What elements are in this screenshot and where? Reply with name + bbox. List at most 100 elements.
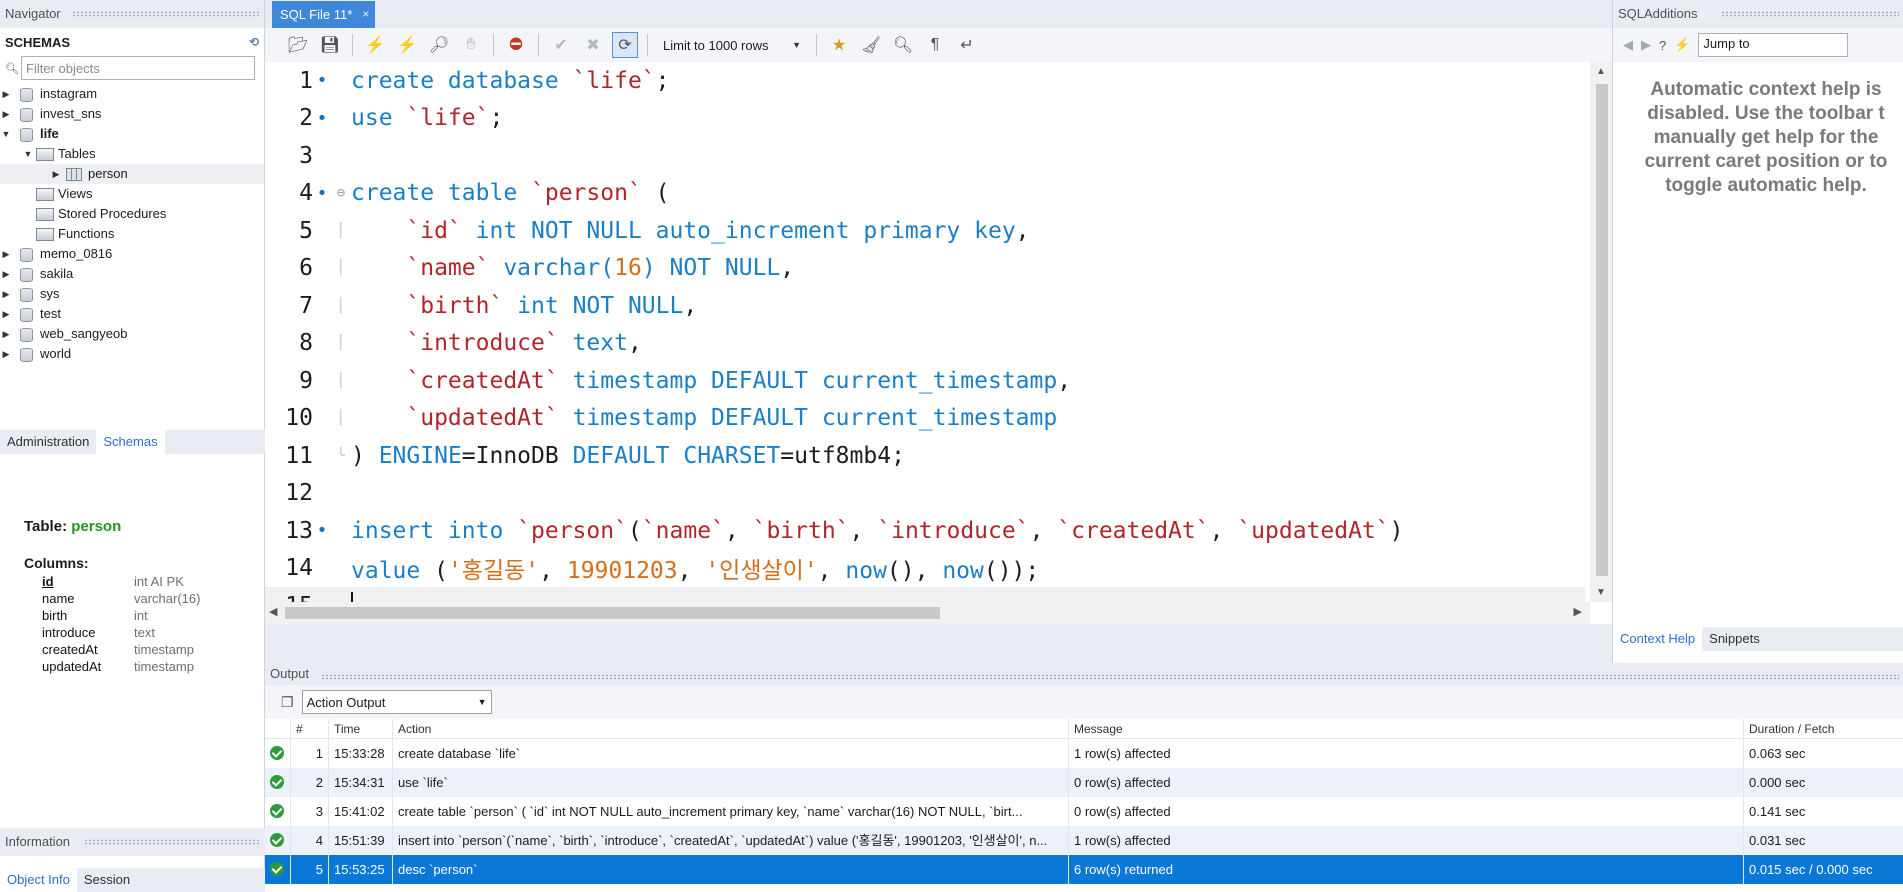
code-line[interactable]: 3 xyxy=(265,137,1585,175)
tab-session[interactable]: Session xyxy=(77,868,137,892)
database-icon xyxy=(18,347,34,362)
schema-world[interactable]: ▶ world xyxy=(0,344,264,364)
stop-icon[interactable]: ✋︎ xyxy=(458,32,484,58)
code-line[interactable]: 12 xyxy=(265,475,1585,513)
folder-icon xyxy=(36,207,54,221)
column-header[interactable]: # xyxy=(291,719,329,738)
tab-sql-file[interactable]: SQL File 11* × xyxy=(272,1,376,28)
object-info: Table: person Columns: id int AI PK name v… xyxy=(24,518,234,675)
code-line[interactable]: 5 │ `id` int NOT NULL auto_increment prim… xyxy=(265,212,1585,250)
code-token: ()); xyxy=(983,558,1040,585)
code-line[interactable]: 8 │ `introduce` text, xyxy=(265,325,1585,363)
column-type: varchar(16) xyxy=(134,591,201,606)
scroll-left-icon[interactable]: ◀ xyxy=(269,605,277,618)
sql-editor[interactable]: 1 • create database `life`; 2 • use `life`… xyxy=(265,62,1612,625)
column-header[interactable]: Time xyxy=(329,719,393,738)
save-icon[interactable]: 💾︎ xyxy=(317,32,343,58)
code-line[interactable]: 7 │ `birth` int NOT NULL, xyxy=(265,287,1585,325)
copy-icon[interactable]: ❐ xyxy=(281,694,294,711)
rollback-icon[interactable]: ✖ xyxy=(580,32,606,58)
fold-icon[interactable]: ⊖ xyxy=(331,185,351,201)
schema-test[interactable]: ▶ test xyxy=(0,304,264,324)
scroll-right-icon[interactable]: ▶ xyxy=(1574,605,1582,618)
output-mode-select[interactable]: Action Output ▼ xyxy=(301,690,492,714)
expand-icon[interactable]: ▶ xyxy=(0,264,12,284)
collapse-icon[interactable]: ▼ xyxy=(0,124,12,144)
schema-sakila[interactable]: ▶ sakila xyxy=(0,264,264,284)
collapse-icon[interactable]: ▼ xyxy=(22,144,34,164)
commit-icon[interactable]: ✔ xyxy=(548,32,574,58)
editor-vertical-scrollbar[interactable]: ▲ ▼ xyxy=(1590,62,1612,602)
toggle-error-icon[interactable]: ⛔︎ xyxy=(503,32,529,58)
code-token: , xyxy=(683,292,698,319)
schema-sys[interactable]: ▶ sys xyxy=(0,284,264,304)
expand-icon[interactable]: ▶ xyxy=(0,344,12,364)
find-icon[interactable]: 🔍︎ xyxy=(890,32,916,58)
code-line[interactable]: 13 • insert into `person`(`name`, `birth`… xyxy=(265,512,1585,550)
code-line[interactable]: 14 value ('홍길동', 19901203, '인생살이', now()… xyxy=(265,550,1585,588)
manual-help-icon[interactable]: ? xyxy=(1659,38,1666,53)
scroll-thumb[interactable] xyxy=(1596,84,1608,576)
tree-views[interactable]: Views xyxy=(0,184,264,204)
code-line[interactable]: 9 │ `createdAt` timestamp DEFAULT current… xyxy=(265,362,1585,400)
column-header[interactable]: Duration / Fetch xyxy=(1744,719,1903,738)
tree-tables[interactable]: ▼ Tables xyxy=(0,144,264,164)
limit-rows-select[interactable]: Limit to 1000 rows ▼ xyxy=(657,33,807,57)
explain-icon[interactable]: 🔎︎ xyxy=(426,32,452,58)
back-icon[interactable]: ◀ xyxy=(1623,37,1633,53)
expand-icon[interactable]: ▶ xyxy=(0,284,12,304)
code-line[interactable]: 4 • ⊖ create table `person` ( xyxy=(265,175,1585,213)
statement-marker-icon: • xyxy=(316,182,328,204)
refresh-schemas-icon[interactable]: ⟲ xyxy=(249,35,259,49)
schema-web-sangyeob[interactable]: ▶ web_sangyeob xyxy=(0,324,264,344)
open-file-icon[interactable]: 📂︎ xyxy=(285,32,311,58)
schema-life[interactable]: ▼ life xyxy=(0,124,264,144)
tab-schemas[interactable]: Schemas xyxy=(96,430,165,454)
tree-table-person[interactable]: ▶ person xyxy=(0,164,264,184)
close-icon[interactable]: × xyxy=(362,1,369,28)
tab-object-info[interactable]: Object Info xyxy=(0,868,77,892)
code-line[interactable]: 6 │ `name` varchar(16) NOT NULL, xyxy=(265,250,1585,288)
expand-icon[interactable]: ▶ xyxy=(50,164,62,184)
expand-icon[interactable]: ▶ xyxy=(0,104,12,124)
scroll-down-icon[interactable]: ▼ xyxy=(1596,587,1606,598)
expand-icon[interactable]: ▶ xyxy=(0,324,12,344)
tab-snippets[interactable]: Snippets xyxy=(1702,627,1767,651)
table-row-selected[interactable]: 5 15:53:25 desc `person` 6 row(s) return… xyxy=(265,853,1903,886)
column-header[interactable]: Action xyxy=(393,719,1069,738)
jump-to-select[interactable]: Jump to xyxy=(1698,33,1849,57)
table-row[interactable]: 1 15:33:28 create database `life` 1 row(… xyxy=(265,737,1903,770)
code-line[interactable]: 11 ╰ ) ENGINE=InnoDB DEFAULT CHARSET=utf8… xyxy=(265,437,1585,475)
schema-invest-sns[interactable]: ▶ invest_sns xyxy=(0,104,264,124)
wrap-lines-icon[interactable]: ↵ xyxy=(954,32,980,58)
table-row[interactable]: 4 15:51:39 insert into `person`(`name`, … xyxy=(265,824,1903,857)
execute-current-icon[interactable]: ⚡ xyxy=(394,32,420,58)
expand-icon[interactable]: ▶ xyxy=(0,304,12,324)
schema-instagram[interactable]: ▶ instagram xyxy=(0,84,264,104)
code-line[interactable]: 10 │ `updatedAt` timestamp DEFAULT curren… xyxy=(265,400,1585,438)
scroll-thumb[interactable] xyxy=(285,607,940,619)
expand-icon[interactable]: ▶ xyxy=(0,244,12,264)
tab-administration[interactable]: Administration xyxy=(0,430,96,454)
add-snippet-icon[interactable]: ★ xyxy=(826,32,852,58)
table-row[interactable]: 3 15:41:02 create table `person` ( `id` … xyxy=(265,795,1903,828)
code-line[interactable]: 1 • create database `life`; xyxy=(265,62,1585,100)
schema-memo-0816[interactable]: ▶ memo_0816 xyxy=(0,244,264,264)
editor-horizontal-scrollbar[interactable]: ◀ ▶ xyxy=(265,602,1590,624)
column-header[interactable]: Message xyxy=(1069,719,1744,738)
code-line[interactable]: 2 • use `life`; xyxy=(265,100,1585,138)
database-icon xyxy=(18,307,34,322)
table-row[interactable]: 2 15:34:31 use `life` 0 row(s) affected … xyxy=(265,766,1903,799)
invisible-chars-icon[interactable]: ¶ xyxy=(922,32,948,58)
filter-objects-input[interactable] xyxy=(21,56,255,80)
tree-functions[interactable]: Functions xyxy=(0,224,264,244)
beautify-icon[interactable]: 🧹︎ xyxy=(858,32,884,58)
auto-help-icon[interactable]: ⚡ xyxy=(1674,37,1690,53)
tree-stored-procedures[interactable]: Stored Procedures xyxy=(0,204,264,224)
forward-icon[interactable]: ▶ xyxy=(1641,37,1651,53)
scroll-up-icon[interactable]: ▲ xyxy=(1596,66,1606,77)
execute-icon[interactable]: ⚡ xyxy=(362,32,388,58)
tab-context-help[interactable]: Context Help xyxy=(1613,627,1703,651)
autocommit-icon[interactable]: ⟳ xyxy=(612,32,638,58)
expand-icon[interactable]: ▶ xyxy=(0,84,12,104)
